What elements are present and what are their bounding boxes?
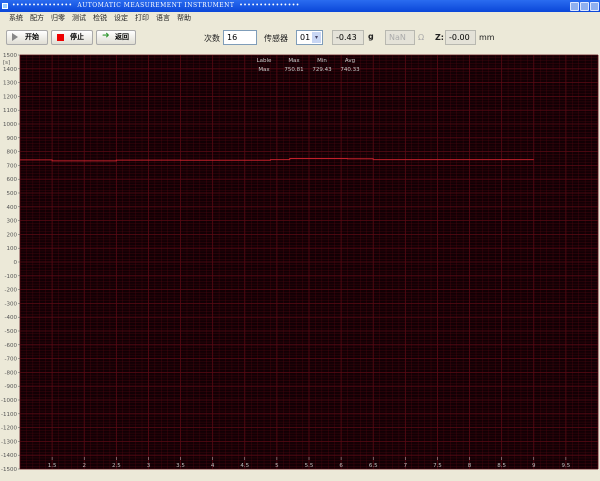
y-tick-label: 300 <box>7 219 18 225</box>
x-tick-label: 2.5 <box>112 463 121 469</box>
stats-header: Lable <box>257 58 272 64</box>
stats-value: 729.43 <box>312 67 332 73</box>
x-tick-label: 6 <box>339 463 343 469</box>
x-tick-label: 7 <box>404 463 408 469</box>
menu-language[interactable]: 语言 <box>156 12 170 25</box>
y-tick-label: 1200 <box>3 94 17 100</box>
x-tick-label: 2 <box>82 463 86 469</box>
y-tick-label: 0 <box>14 260 18 266</box>
close-button[interactable] <box>590 2 599 11</box>
y-tick-label: -100 <box>5 274 18 280</box>
y-tick-label: -800 <box>5 370 18 376</box>
start-label: 开始 <box>25 33 39 41</box>
stats-value: 750.81 <box>284 67 303 73</box>
weight-unit: g <box>368 32 374 41</box>
toolbar: 开始 停止 ➜ 返回 次数 16 传感器 01 ▾ -0.43 g NaN Ω Z:… <box>0 26 600 50</box>
minimize-button[interactable] <box>570 2 579 11</box>
y-tick-label: -1100 <box>1 412 17 418</box>
stats-value: 740.33 <box>340 67 360 73</box>
menu-system[interactable]: 系统 <box>9 12 23 25</box>
x-tick-label: 9.5 <box>562 463 571 469</box>
y-tick-label: -1300 <box>1 439 17 445</box>
y-tick-label: 600 <box>7 177 18 183</box>
y-tick-label: 1000 <box>3 122 17 128</box>
stats-header: Min <box>317 58 327 64</box>
stats-header: Max <box>288 58 300 64</box>
chevron-down-icon[interactable]: ▾ <box>312 32 321 43</box>
measurement-chart: 1500140013001200110010009008007006005004… <box>0 51 600 471</box>
x-tick-label: 4 <box>211 463 215 469</box>
y-tick-label: 200 <box>7 232 18 238</box>
stop-button[interactable]: 停止 <box>51 30 93 45</box>
menu-print[interactable]: 打印 <box>135 12 149 25</box>
stop-icon <box>57 34 64 41</box>
app-icon <box>2 3 8 9</box>
stats-value: Max <box>258 67 270 73</box>
menu-zero[interactable]: 归零 <box>51 12 65 25</box>
y-tick-label: -400 <box>5 315 18 321</box>
y-tick-label: -1400 <box>1 453 17 459</box>
y-tick-label: 500 <box>7 191 18 197</box>
window-title: ••••••••••••••• AUTOMATIC MEASUREMENT IN… <box>12 2 300 9</box>
y-tick-label: 1300 <box>3 81 17 87</box>
y-tick-label: -200 <box>5 288 18 294</box>
x-tick-label: 9 <box>532 463 536 469</box>
z-field: -0.00 <box>445 30 476 45</box>
y-tick-label: -600 <box>5 343 18 349</box>
menu-bar: 系统 配方 归零 测试 检锐 设定 打印 语言 帮助 <box>0 12 600 25</box>
y-tick-label: 900 <box>7 136 18 142</box>
x-tick-label: 6.5 <box>369 463 378 469</box>
menu-recipe[interactable]: 配方 <box>30 12 44 25</box>
back-button[interactable]: ➜ 返回 <box>96 30 136 45</box>
y-tick-label: 1100 <box>3 108 17 114</box>
y-axis-label: [s] <box>3 60 10 66</box>
count-field[interactable]: 16 <box>223 30 257 45</box>
y-tick-label: 1400 <box>3 67 17 73</box>
maximize-button[interactable] <box>580 2 589 11</box>
count-label: 次数 <box>204 34 220 43</box>
x-tick-label: 3 <box>147 463 151 469</box>
status-bar <box>0 471 600 481</box>
sensor-label: 传感器 <box>264 34 288 43</box>
sensor-value: 01 <box>300 33 311 42</box>
y-tick-label: -900 <box>5 384 18 390</box>
start-button[interactable]: 开始 <box>6 30 48 45</box>
y-tick-label: -1000 <box>1 398 17 404</box>
stats-header: Avg <box>345 58 355 64</box>
x-tick-label: 7.5 <box>433 463 442 469</box>
y-tick-label: 800 <box>7 150 18 156</box>
y-tick-label: 400 <box>7 205 18 211</box>
x-tick-label: 8 <box>468 463 472 469</box>
x-tick-label: 4.5 <box>240 463 249 469</box>
x-tick-label: 3.5 <box>176 463 185 469</box>
menu-settings[interactable]: 设定 <box>114 12 128 25</box>
z-label: Z: <box>435 33 444 42</box>
menu-help[interactable]: 帮助 <box>177 12 191 25</box>
y-tick-label: -300 <box>5 301 18 307</box>
stop-label: 停止 <box>70 33 84 41</box>
z-unit: mm <box>479 33 495 42</box>
y-tick-label: 100 <box>7 246 18 252</box>
x-tick-label: 1.5 <box>48 463 57 469</box>
y-tick-label: -1200 <box>1 426 17 432</box>
menu-test[interactable]: 测试 <box>72 12 86 25</box>
x-tick-label: 5 <box>275 463 279 469</box>
resistance-unit: Ω <box>418 33 425 42</box>
y-tick-label: -500 <box>5 329 18 335</box>
y-tick-label: 1500 <box>3 53 17 59</box>
menu-check[interactable]: 检锐 <box>93 12 107 25</box>
return-arrow-icon: ➜ <box>102 31 110 41</box>
y-tick-label: -700 <box>5 357 18 363</box>
sensor-select[interactable]: 01 ▾ <box>296 30 323 45</box>
title-bar: ••••••••••••••• AUTOMATIC MEASUREMENT IN… <box>0 0 600 12</box>
x-tick-label: 5.5 <box>305 463 314 469</box>
weight-field: -0.43 <box>332 30 364 45</box>
resistance-field: NaN <box>385 30 415 45</box>
back-label: 返回 <box>115 33 129 41</box>
x-tick-label: 8.5 <box>497 463 506 469</box>
y-tick-label: 700 <box>7 163 18 169</box>
play-icon <box>12 33 18 41</box>
